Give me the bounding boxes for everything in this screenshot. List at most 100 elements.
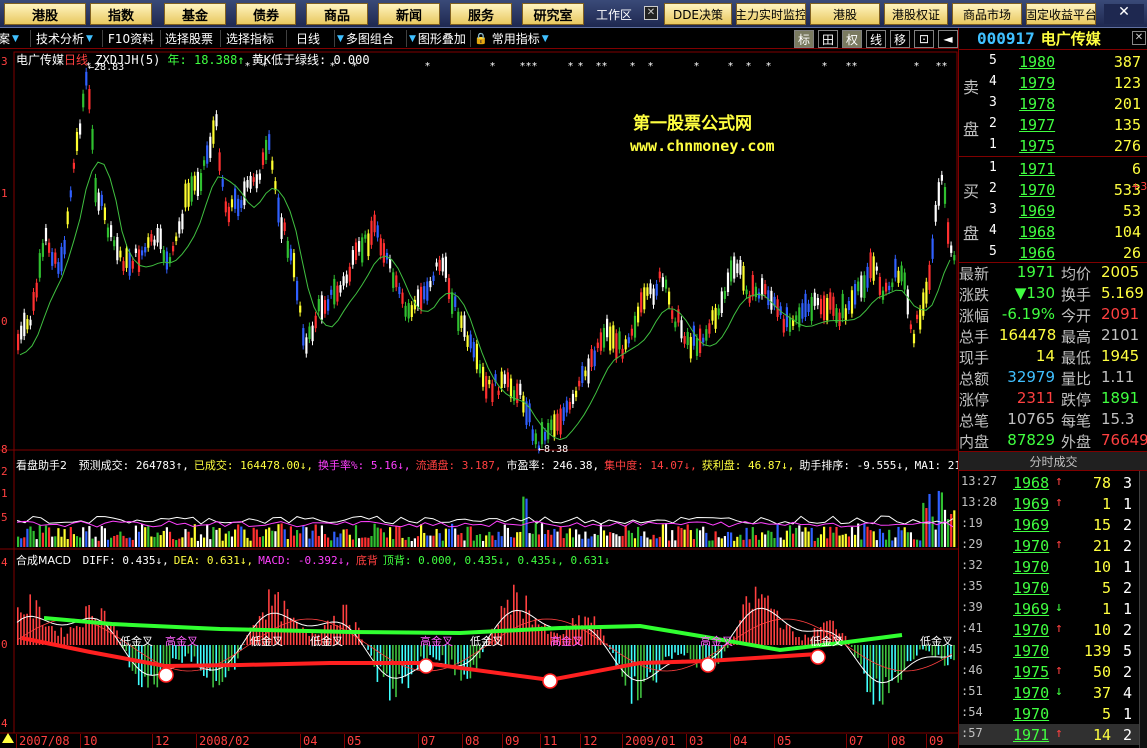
menu-bond-button[interactable]: 债券	[236, 3, 296, 25]
candle-body	[819, 298, 823, 315]
menu-fund-button[interactable]: 基金	[164, 3, 226, 25]
candle-body	[255, 174, 258, 189]
toolbar-f10[interactable]: F10资料	[108, 30, 154, 47]
tick-row[interactable]: :57 1971 ↑ 14 2	[959, 724, 1147, 745]
tick-count: 1	[1123, 705, 1133, 723]
candle-body	[475, 343, 478, 370]
menu-dde-button[interactable]: DDE决策	[664, 3, 732, 25]
candle-body	[702, 337, 705, 343]
cross-signal-label: 高金叉	[700, 634, 733, 648]
tick-row[interactable]: :39 1969 ↓ 1 1	[959, 598, 1147, 619]
tick-price: 1970	[1013, 621, 1050, 639]
cross-signal-label: 低金叉	[310, 634, 343, 648]
volume-bar	[407, 536, 410, 547]
menu-news-button[interactable]: 新闻	[378, 3, 440, 25]
tick-scrollbar[interactable]	[1139, 471, 1147, 748]
quote-key: 每笔	[1061, 412, 1092, 430]
toolbar-tech-analysis[interactable]: 技术分析 ▼	[36, 30, 93, 47]
toolbar-daily[interactable]: 日线	[296, 30, 320, 47]
menu-hk-button[interactable]: 港股	[810, 3, 880, 25]
toolbar-select-indicator[interactable]: 选择指标	[226, 30, 274, 47]
tick-row[interactable]: 13:28 1969 ↑ 1 1	[959, 493, 1147, 514]
tick-row[interactable]: :35 1970 5 2	[959, 577, 1147, 598]
volume-bar	[367, 537, 370, 547]
menu-commodity-button[interactable]: 商品	[306, 3, 368, 25]
volume-bar	[203, 537, 206, 547]
volume-bar	[860, 539, 863, 547]
menu-commodity-market-button[interactable]: 商品市场	[952, 3, 1022, 25]
toolbar-overlay[interactable]: ▼ 图形叠加	[409, 30, 466, 47]
volume-bar	[813, 540, 816, 547]
toolbar-window-button[interactable]: ⊡	[914, 30, 934, 48]
macd-bar	[110, 623, 112, 645]
macd-bar	[516, 592, 518, 645]
tick-direction-icon: ↓	[1055, 600, 1063, 615]
menu-main-monitor-button[interactable]: 主力实时监控	[736, 3, 806, 25]
menu-research-button[interactable]: 研究室	[522, 3, 584, 25]
menu-service-button[interactable]: 服务	[450, 3, 512, 25]
toolbar-move-button[interactable]: 移	[890, 30, 910, 48]
toolbar-select-stock[interactable]: 选择股票	[165, 30, 213, 47]
menu-hk-warrant-button[interactable]: 港股权证	[884, 3, 948, 25]
candle-body	[345, 274, 348, 284]
window-close-icon[interactable]: ✕	[1104, 4, 1144, 24]
toolbar-multi-chart[interactable]: ▼ 多图组合	[337, 30, 394, 47]
tick-row[interactable]: :19 1969 15 2	[959, 514, 1147, 535]
orderbook-sell-row[interactable]: 5 1980 387	[987, 51, 1147, 72]
toolbar-collapse-button[interactable]: ◄	[938, 30, 958, 48]
orderbook-buy-row[interactable]: 2 1970 533	[987, 179, 1147, 200]
toolbar-line-button[interactable]: 线	[866, 30, 886, 48]
toolbar-mark-button[interactable]: 标	[794, 30, 814, 48]
chart-canvas[interactable]: * * * * * * * * * * * * * * * * * * * * * * * * * * * 低金叉 低金叉 低金叉 低金叉…	[0, 49, 958, 748]
toolbar-rights-button[interactable]: 权	[842, 30, 862, 48]
orderbook-sell-row[interactable]: 1 1975 276	[987, 135, 1147, 156]
tick-row[interactable]: :54 1970 5 1	[959, 703, 1147, 724]
tick-count: 1	[1123, 495, 1133, 513]
candle-body	[581, 366, 584, 384]
tick-row[interactable]: :41 1970 ↑ 10 2	[959, 619, 1147, 640]
volume-bar	[110, 537, 113, 547]
tick-row[interactable]: :51 1970 ↓ 37 4	[959, 682, 1147, 703]
tick-row[interactable]: :45 1970 139 5	[959, 640, 1147, 661]
tick-row[interactable]: :29 1970 ↑ 21 2	[959, 535, 1147, 556]
orderbook-sell-row[interactable]: 4 1979 123	[987, 72, 1147, 93]
volume-bar	[516, 532, 519, 547]
menu-fixed-income-button[interactable]: 固定收益平台	[1026, 3, 1096, 25]
close-icon[interactable]: ✕	[1132, 31, 1146, 45]
quote-value: ▼130	[1014, 284, 1055, 302]
volume-bar	[686, 524, 689, 547]
orderbook-sell-row[interactable]: 2 1977 135	[987, 114, 1147, 135]
volume-bar	[829, 526, 832, 547]
toolbar-common-indicators[interactable]: 🔒 常用指标 ▼	[474, 30, 549, 47]
tick-price: 1969	[1013, 516, 1050, 534]
left-scroll-arrow-icon[interactable]	[2, 733, 14, 743]
orderbook-buy-row[interactable]: 5 1966 26	[987, 242, 1147, 263]
tick-row[interactable]: :46 1975 ↑ 50 2	[959, 661, 1147, 682]
macd-bar	[788, 626, 791, 645]
toolbar-case-item[interactable]: 案 ▼	[0, 30, 19, 47]
ticks-header[interactable]: 分时成交	[959, 451, 1147, 471]
volume-bar	[249, 540, 252, 547]
macd-panel-value: 顶背: 0.000, 0.435↓, 0.435↓, 0.631↓	[382, 554, 611, 567]
quote-value: 2311	[1016, 389, 1055, 407]
orderbook-buy-row[interactable]: 3 1969 53	[987, 200, 1147, 221]
candle-body	[742, 265, 745, 291]
menu-hk-stocks-button[interactable]: 港股	[4, 3, 86, 25]
tick-row[interactable]: 13:27 1968 ↑ 78 3	[959, 472, 1147, 493]
volume-bar	[342, 529, 345, 547]
volume-bar	[757, 539, 761, 547]
candle-body	[376, 225, 379, 238]
orderbook-sell-row[interactable]: 3 1978 201	[987, 93, 1147, 114]
signal-star-icon: *	[914, 61, 919, 72]
toolbar-grid-button[interactable]: 田	[818, 30, 838, 48]
macd-panel-value: DEA: 0.631↓,	[173, 554, 254, 567]
chart-area[interactable]: * * * * * * * * * * * * * * * * * * * * * * * * * * * 低金叉 低金叉 低金叉 低金叉…	[0, 49, 987, 748]
orderbook-buy-row[interactable]: 1 1971 6	[987, 158, 1147, 179]
orderbook-buy-row[interactable]: 4 1968 104	[987, 221, 1147, 242]
menu-index-button[interactable]: 指数	[90, 3, 152, 25]
volume-bar	[137, 531, 141, 547]
candle-body	[85, 71, 88, 86]
workarea-checkbox-icon[interactable]: ✕	[644, 6, 658, 20]
tick-volume: 21	[1092, 537, 1111, 555]
tick-row[interactable]: :32 1970 10 1	[959, 556, 1147, 577]
